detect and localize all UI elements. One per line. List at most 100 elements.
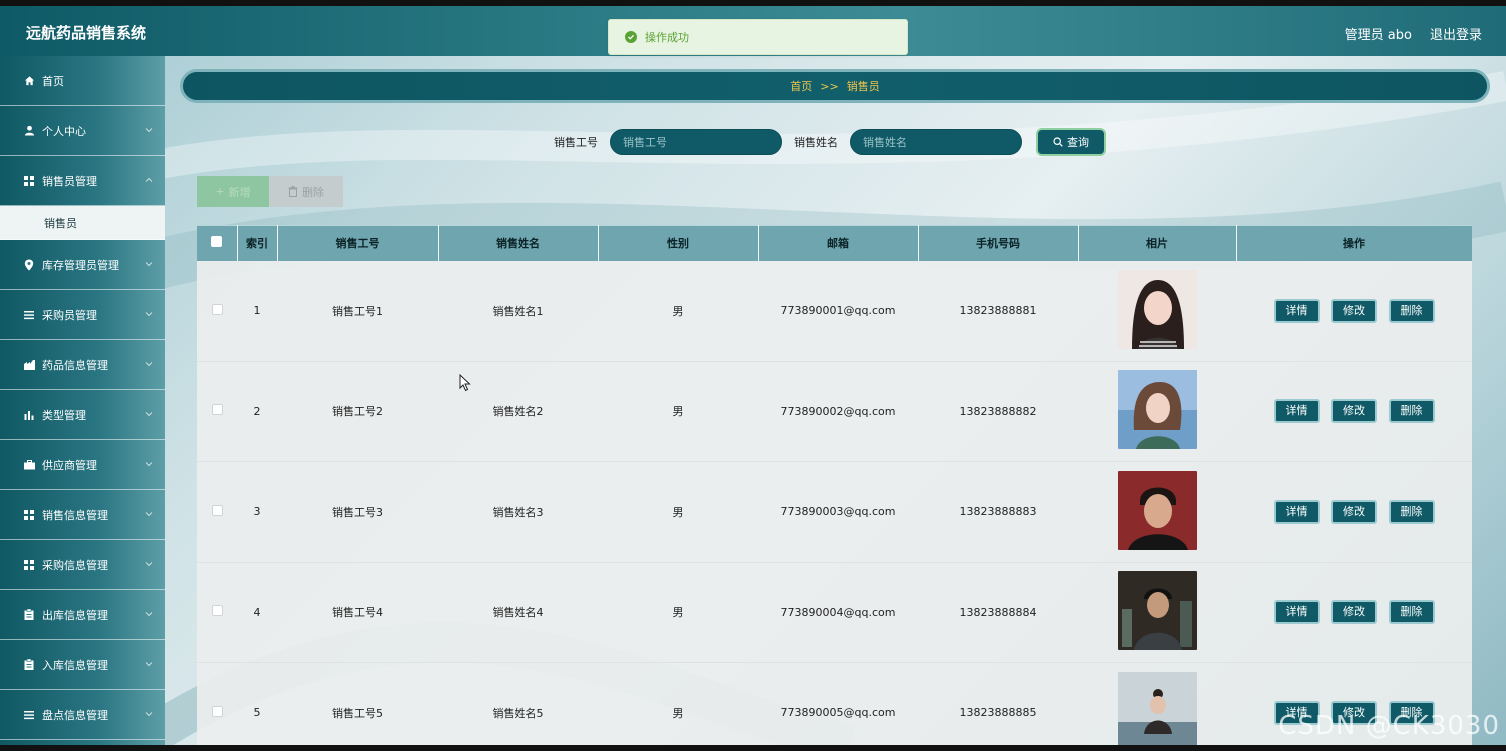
cell-index: 4	[253, 605, 261, 619]
cell-index: 1	[253, 304, 261, 317]
salesperson-table: 索引 销售工号 销售姓名 性别 邮箱 手机号码 相片 操作 1 销售工号1 销售…	[197, 225, 1472, 745]
chevron-up-icon	[145, 177, 153, 182]
sidebar-item-label: 盘点信息管理	[42, 708, 108, 722]
sidebar-item-inbound-info[interactable]: 入库信息管理	[0, 640, 165, 690]
edit-button[interactable]: 修改	[1331, 499, 1377, 524]
sidebar: 首页 个人中心 销售员管理 销售员 库存管理员管理 采购员管理 药品信息管理 类…	[0, 56, 165, 745]
chevron-down-icon	[145, 362, 153, 367]
sidebar-item-home[interactable]: 首页	[0, 56, 165, 106]
sidebar-item-stocktake-info[interactable]: 盘点信息管理	[0, 690, 165, 740]
row-checkbox[interactable]	[211, 705, 223, 717]
photo-thumbnail[interactable]	[1117, 370, 1197, 450]
cell-sales-id: 销售工号2	[332, 405, 383, 419]
breadcrumb-home-link[interactable]: 首页	[790, 78, 812, 94]
sidebar-item-label: 类型管理	[42, 408, 86, 422]
delete-button[interactable]: 删除	[1388, 298, 1435, 323]
add-button[interactable]: + 新增	[197, 176, 269, 207]
grid-icon	[22, 508, 36, 522]
table-row: 3 销售工号3 销售姓名3 男 773890003@qq.com 1382388…	[197, 462, 1472, 562]
column-header: 销售工号	[277, 225, 439, 261]
chevron-down-icon	[145, 562, 153, 567]
edit-button[interactable]: 修改	[1331, 399, 1377, 424]
edit-button[interactable]: 修改	[1331, 298, 1377, 323]
logout-link[interactable]: 退出登录	[1430, 24, 1482, 43]
sidebar-item-label: 首页	[42, 74, 64, 88]
cell-phone: 13823888885	[959, 706, 1037, 720]
cell-gender: 男	[672, 405, 684, 419]
column-header: 邮箱	[758, 225, 919, 261]
cell-email: 773890005@qq.com	[780, 706, 896, 720]
sales-id-label: 销售工号	[554, 136, 598, 149]
cell-gender: 男	[672, 505, 684, 519]
delete-button[interactable]: 删除	[1388, 399, 1435, 424]
photo-thumbnail[interactable]	[1117, 671, 1197, 745]
column-header: 操作	[1236, 225, 1472, 261]
cell-phone: 13823888881	[959, 304, 1037, 317]
cell-sales-id: 销售工号1	[332, 304, 383, 318]
sidebar-item-personal-center[interactable]: 个人中心	[0, 106, 165, 156]
cell-sales-name: 销售姓名1	[492, 304, 544, 318]
sidebar-item-drug-info[interactable]: 药品信息管理	[0, 340, 165, 390]
query-button-label: 查询	[1067, 136, 1089, 149]
column-header: 索引	[237, 225, 278, 261]
photo-thumbnail[interactable]	[1117, 269, 1197, 349]
sidebar-item-label: 销售信息管理	[42, 508, 108, 522]
breadcrumb-current: 销售员	[846, 80, 880, 93]
search-form: 销售工号 销售姓名 查询	[554, 128, 1106, 156]
detail-button[interactable]: 详情	[1273, 499, 1320, 524]
cell-index: 3	[253, 505, 261, 519]
sidebar-item-sales-info[interactable]: 销售信息管理	[0, 490, 165, 540]
app-title: 远航药品销售系统	[26, 24, 147, 42]
sales-name-input[interactable]	[850, 129, 1022, 155]
cell-gender: 男	[672, 606, 684, 620]
add-button-label: 新增	[228, 185, 251, 199]
trash-icon	[288, 186, 298, 197]
watermark: CSDN @CK3030	[1278, 711, 1500, 741]
chevron-down-icon	[145, 262, 153, 267]
sales-id-input[interactable]	[610, 129, 782, 155]
current-user-label: 管理员 abo	[1344, 28, 1412, 43]
sidebar-item-label: 销售员管理	[42, 174, 97, 188]
table-row: 4 销售工号4 销售姓名4 男 773890004@qq.com 1382388…	[197, 562, 1472, 663]
select-all-checkbox[interactable]	[211, 236, 223, 248]
batch-delete-button[interactable]: 删除	[269, 176, 343, 207]
sales-name-label: 销售姓名	[794, 136, 838, 149]
cell-sales-id: 销售工号5	[332, 706, 383, 720]
row-checkbox[interactable]	[211, 504, 223, 516]
detail-button[interactable]: 详情	[1273, 298, 1320, 323]
breadcrumb: 首页 >> 销售员	[180, 69, 1490, 103]
delete-button[interactable]: 删除	[1388, 600, 1435, 625]
sidebar-item-purchase-info[interactable]: 采购信息管理	[0, 540, 165, 590]
cell-index: 2	[253, 404, 261, 418]
clipboard-icon	[22, 658, 36, 672]
chevron-down-icon	[145, 612, 153, 617]
bar-chart-icon	[22, 408, 36, 422]
cell-gender: 男	[672, 304, 684, 318]
toast-message: 操作成功	[645, 31, 689, 44]
photo-thumbnail[interactable]	[1117, 470, 1197, 550]
edit-button[interactable]: 修改	[1331, 600, 1377, 625]
sidebar-item-purchaser-mgmt[interactable]: 采购员管理	[0, 290, 165, 340]
sidebar-item-type-mgmt[interactable]: 类型管理	[0, 390, 165, 440]
cell-gender: 男	[672, 706, 684, 720]
photo-thumbnail[interactable]	[1117, 571, 1197, 651]
sidebar-item-outbound-info[interactable]: 出库信息管理	[0, 590, 165, 640]
sidebar-item-inventory-admin[interactable]: 库存管理员管理	[0, 240, 165, 290]
chevron-down-icon	[145, 312, 153, 317]
table-row: 1 销售工号1 销售姓名1 男 773890001@qq.com 1382388…	[197, 261, 1472, 361]
chevron-down-icon	[145, 662, 153, 667]
sidebar-item-supplier-mgmt[interactable]: 供应商管理	[0, 440, 165, 490]
detail-button[interactable]: 详情	[1273, 399, 1320, 424]
sidebar-item-label: 采购信息管理	[42, 558, 108, 572]
sidebar-subitem-salesperson[interactable]: 销售员	[0, 206, 165, 240]
toolbar: + 新增 删除	[197, 176, 343, 207]
row-checkbox[interactable]	[211, 404, 223, 416]
row-checkbox[interactable]	[211, 605, 223, 617]
chevron-down-icon	[145, 412, 153, 417]
cell-sales-id: 销售工号4	[332, 606, 383, 620]
delete-button[interactable]: 删除	[1388, 499, 1435, 524]
row-checkbox[interactable]	[211, 303, 223, 315]
sidebar-item-salesperson-mgmt[interactable]: 销售员管理	[0, 156, 165, 206]
query-button[interactable]: 查询	[1036, 128, 1106, 156]
detail-button[interactable]: 详情	[1273, 600, 1320, 625]
